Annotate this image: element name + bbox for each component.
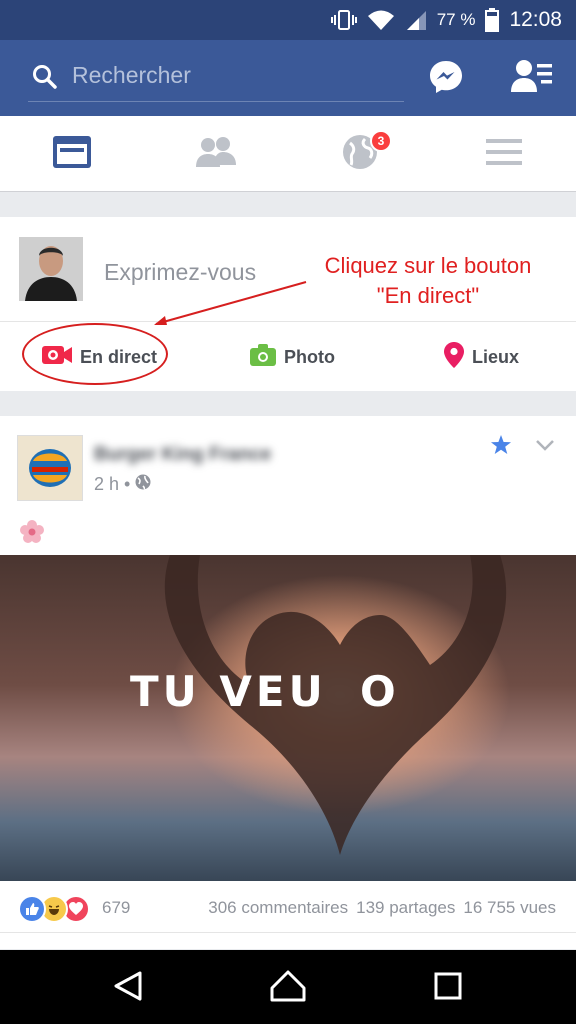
- places-label: Lieux: [472, 346, 520, 367]
- battery-icon: [485, 8, 500, 32]
- reaction-icons[interactable]: [18, 895, 98, 923]
- clock: 12:08: [509, 8, 562, 31]
- page-name[interactable]: Burger King France: [94, 444, 271, 466]
- location-pin-icon: [444, 341, 464, 373]
- android-nav-bar: [0, 950, 576, 1024]
- post-time[interactable]: 2 h: [94, 474, 119, 495]
- annotation-text: Cliquez sur le bouton "En direct": [307, 251, 549, 311]
- top-bar: Rechercher: [0, 40, 576, 116]
- flower-emoji-icon: [20, 520, 44, 549]
- hamburger-menu-icon: [486, 138, 522, 171]
- views-count: 16 755 vues: [463, 898, 556, 917]
- post-meta: 2 h •: [94, 474, 151, 495]
- photo-button[interactable]: Photo: [250, 337, 335, 377]
- avatar[interactable]: [19, 237, 83, 301]
- news-feed-post: Burger King France 2 h • TU VEU O 679 30…: [0, 416, 576, 949]
- photo-label: Photo: [284, 346, 335, 367]
- globe-privacy-icon: [135, 474, 151, 495]
- reactions-bar: 679 306 commentaires 139 partages 16 755…: [0, 891, 576, 933]
- tab-friends[interactable]: [144, 116, 288, 192]
- wifi-icon: [367, 9, 395, 31]
- chevron-down-icon[interactable]: [535, 438, 555, 457]
- camera-icon: [250, 343, 276, 371]
- image-text-left: TU VEU: [130, 667, 327, 716]
- home-icon[interactable]: [270, 970, 306, 1007]
- annotation-ellipse: [22, 323, 168, 385]
- friends-icon: [196, 136, 236, 173]
- annotation-line-2: "En direct": [376, 283, 480, 308]
- post-stats: 306 commentaires 139 partages 16 755 vue…: [208, 898, 556, 918]
- signal-icon: [405, 9, 427, 31]
- page-avatar[interactable]: [17, 435, 83, 501]
- tab-news-feed[interactable]: [0, 116, 144, 192]
- notification-badge: 3: [370, 130, 392, 152]
- annotation-arrow: [154, 281, 307, 325]
- search-input[interactable]: Rechercher: [28, 52, 404, 102]
- vibrate-icon: [330, 9, 357, 31]
- star-icon[interactable]: [490, 434, 512, 461]
- battery-percent: 77 %: [436, 10, 476, 29]
- messenger-icon[interactable]: [428, 59, 464, 100]
- reaction-count[interactable]: 679: [102, 898, 130, 918]
- friend-requests-icon[interactable]: [510, 58, 554, 99]
- tab-notifications[interactable]: 3: [288, 116, 432, 192]
- annotation-line-1: Cliquez sur le bouton: [324, 253, 532, 278]
- tab-menu[interactable]: [432, 116, 576, 192]
- shares-count[interactable]: 139 partages: [356, 898, 455, 918]
- post-image[interactable]: TU VEU O: [0, 555, 576, 881]
- news-feed-icon: [52, 135, 92, 174]
- recent-apps-icon[interactable]: [432, 970, 464, 1007]
- back-icon[interactable]: [112, 970, 144, 1007]
- like-reaction-icon: [18, 895, 46, 923]
- comments-count[interactable]: 306 commentaires: [208, 898, 348, 918]
- status-bar: 77 % 12:08: [0, 0, 576, 40]
- nav-tabs: 3: [0, 116, 576, 192]
- image-text-right: O: [360, 667, 400, 716]
- search-icon: [32, 64, 58, 95]
- search-placeholder: Rechercher: [72, 62, 191, 88]
- meta-separator: •: [124, 474, 131, 494]
- places-button[interactable]: Lieux: [444, 337, 519, 377]
